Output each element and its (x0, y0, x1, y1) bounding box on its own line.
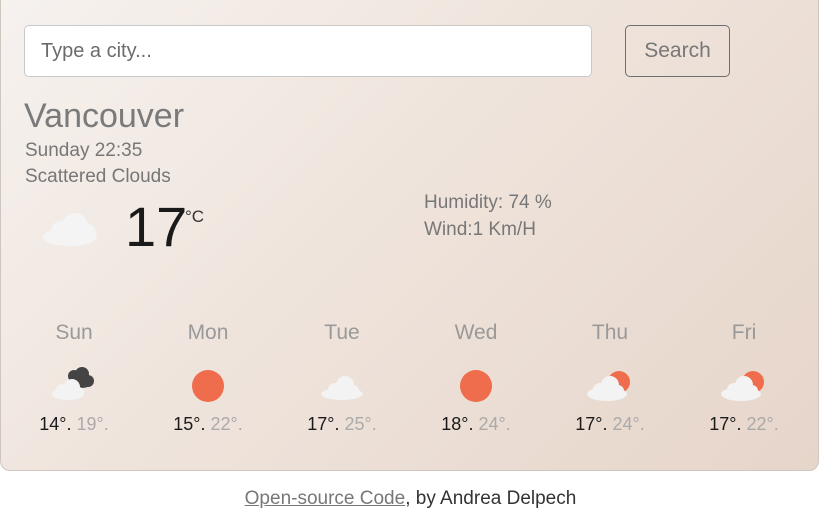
cloud-icon (316, 364, 368, 404)
partly-cloudy-icon (584, 364, 636, 404)
forecast-min-temp: 17°. (307, 414, 340, 434)
search-button[interactable]: Search (625, 25, 730, 77)
weather-card: Search Vancouver Sunday 22:35 Scattered … (0, 0, 819, 471)
forecast-max-temp: 24°. (612, 414, 645, 434)
forecast-temps: 17°. 24°. (543, 415, 677, 433)
current-datetime: Sunday 22:35 (25, 140, 143, 161)
temperature-unit: °C (185, 207, 205, 226)
city-name: Vancouver (24, 97, 185, 135)
forecast-day-name: Tue (324, 321, 360, 344)
forecast-min-temp: 18°. (441, 414, 474, 434)
humidity: Humidity: 74 % (424, 192, 552, 213)
sun-icon (450, 364, 502, 404)
forecast-max-temp: 19°. (76, 414, 109, 434)
forecast-day-name: Thu (591, 321, 629, 344)
forecast-max-temp: 22°. (210, 414, 243, 434)
forecast-min-temp: 17°. (709, 414, 742, 434)
forecast-day-name: Sun (55, 321, 93, 344)
forecast: Sun 14°. 19°. Mon 15°. 22°. Tue 17°. 25°… (7, 319, 807, 449)
city-search-input[interactable] (24, 25, 592, 77)
forecast-day: Sun 14°. 19°. (7, 319, 141, 433)
forecast-temps: 17°. 25°. (275, 415, 409, 433)
forecast-min-temp: 14°. (39, 414, 72, 434)
forecast-day: Fri 17°. 22°. (677, 319, 811, 433)
cloud-icon (39, 211, 101, 252)
forecast-day: Thu 17°. 24°. (543, 319, 677, 433)
source-code-link[interactable]: Open-source Code (245, 488, 406, 509)
forecast-max-temp: 24°. (478, 414, 511, 434)
forecast-day: Wed 18°. 24°. (409, 319, 543, 433)
footer: Open-source Code, by Andrea Delpech (0, 489, 821, 508)
current-temperature: 17 (125, 195, 188, 258)
forecast-day: Mon 15°. 22°. (141, 319, 275, 433)
sun-icon (182, 364, 234, 404)
broken-clouds-icon (48, 364, 100, 404)
forecast-min-temp: 17°. (575, 414, 608, 434)
forecast-temps: 14°. 19°. (7, 415, 141, 433)
footer-credit: , by Andrea Delpech (405, 488, 577, 509)
forecast-day-name: Mon (187, 321, 229, 344)
forecast-min-temp: 15°. (173, 414, 206, 434)
forecast-temps: 18°. 24°. (409, 415, 543, 433)
forecast-day-name: Wed (454, 321, 498, 344)
forecast-temps: 17°. 22°. (677, 415, 811, 433)
forecast-temps: 15°. 22°. (141, 415, 275, 433)
forecast-max-temp: 25°. (344, 414, 377, 434)
forecast-day-name: Fri (731, 321, 757, 344)
forecast-day: Tue 17°. 25°. (275, 319, 409, 433)
wind-speed: Wind:1 Km/H (424, 219, 536, 240)
partly-cloudy-icon (718, 364, 770, 404)
weather-description: Scattered Clouds (25, 166, 171, 187)
forecast-max-temp: 22°. (746, 414, 779, 434)
